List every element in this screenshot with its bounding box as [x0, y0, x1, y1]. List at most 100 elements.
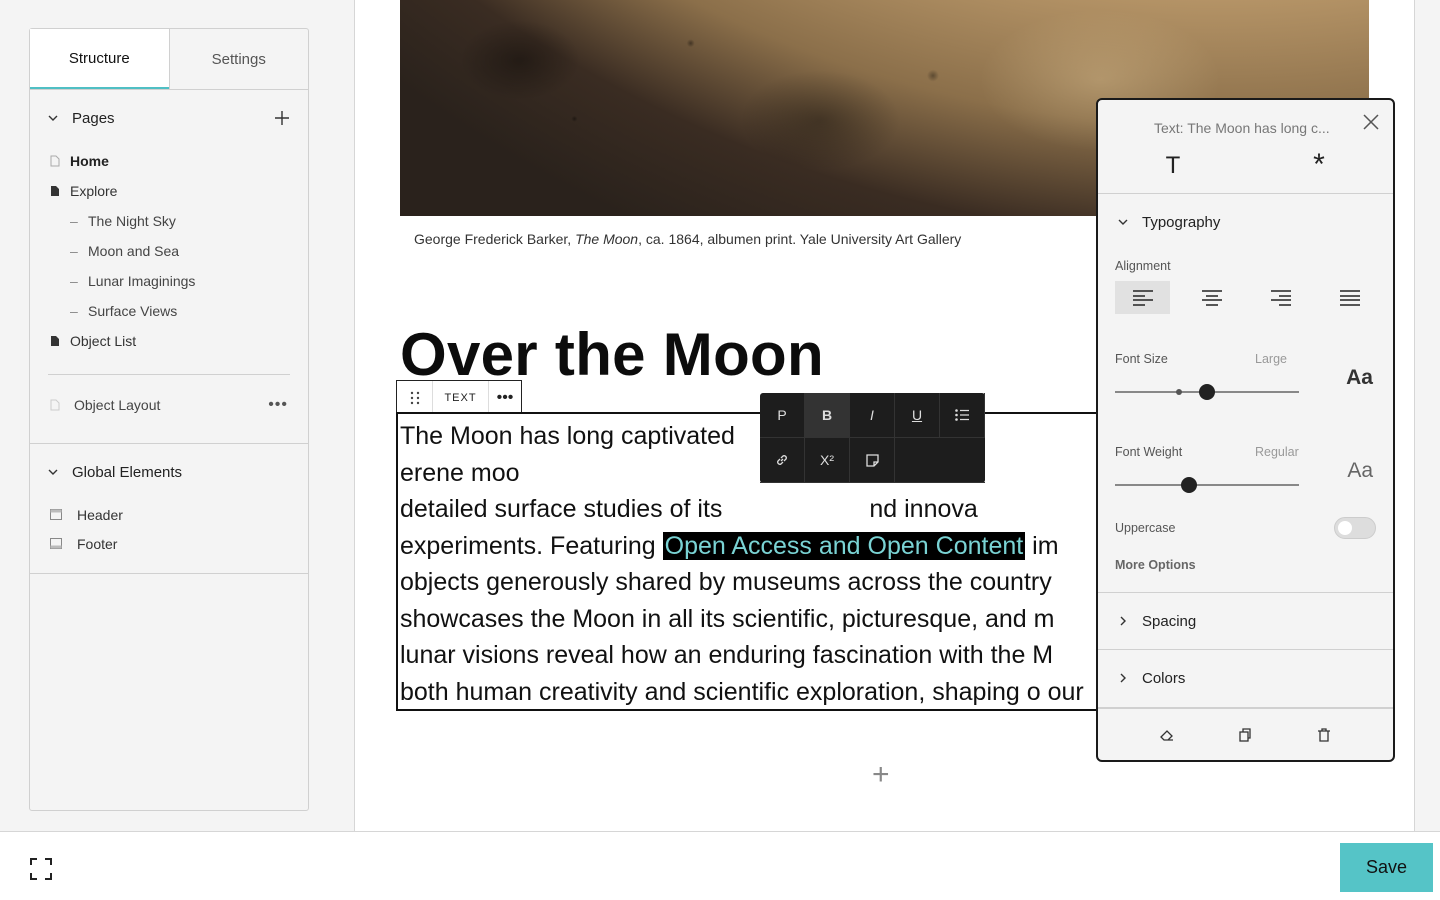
align-justify-button[interactable]	[1322, 281, 1377, 314]
structure-sidebar: Structure Settings Pages Home Explore – …	[29, 28, 309, 811]
superscript-button[interactable]: X²	[805, 438, 850, 483]
global-item-label: Header	[77, 506, 123, 523]
body-text: im	[1025, 531, 1059, 560]
spacing-section[interactable]: Spacing	[1098, 592, 1393, 649]
global-item-header[interactable]: Header	[30, 500, 308, 529]
align-justify-icon	[1339, 289, 1360, 306]
page-label: Lunar Imaginings	[88, 273, 196, 289]
link-button[interactable]	[760, 438, 805, 483]
link-icon	[777, 455, 787, 465]
page-item-object-list[interactable]: Object List	[30, 326, 308, 356]
align-center-icon	[1201, 289, 1222, 306]
chevron-down-icon[interactable]	[48, 113, 58, 123]
tab-advanced-style[interactable]: *	[1304, 148, 1334, 182]
block-more-icon[interactable]: •••	[489, 381, 521, 414]
align-right-icon	[1270, 289, 1291, 306]
body-text: detailed surface studies of its	[400, 495, 730, 523]
highlighted-selection[interactable]: Open Access and Open Content	[662, 531, 1026, 560]
align-left-icon	[1132, 289, 1153, 306]
subpage-dash: –	[70, 303, 78, 319]
page-label: Object List	[70, 333, 137, 349]
caption-text: George Frederick Barker,	[414, 231, 576, 247]
pages-title: Pages	[72, 109, 115, 127]
note-icon	[865, 453, 879, 467]
page-item-surface-views[interactable]: – Surface Views	[30, 296, 308, 326]
text-block[interactable]: The Moon has long captivated erene moo d…	[396, 412, 1116, 711]
font-size-slider[interactable]	[1115, 384, 1299, 400]
close-icon[interactable]	[1361, 112, 1381, 132]
chevron-down-icon	[1118, 219, 1128, 225]
duplicate-icon[interactable]	[1237, 727, 1253, 743]
save-button[interactable]: Save	[1340, 843, 1433, 892]
object-layout-item[interactable]: Object Layout •••	[30, 383, 308, 427]
page-outline-icon	[50, 155, 60, 167]
align-right-button[interactable]	[1253, 281, 1308, 314]
page-label: Explore	[70, 183, 118, 199]
page-item-moon-and-sea[interactable]: – Moon and Sea	[30, 236, 308, 266]
underline-button[interactable]: U	[895, 393, 940, 438]
add-block-icon[interactable]: +	[872, 758, 890, 792]
trash-icon[interactable]	[1316, 727, 1332, 743]
uppercase-toggle[interactable]	[1334, 517, 1376, 539]
page-filled-icon	[51, 186, 59, 196]
paragraph-button[interactable]: P	[760, 393, 805, 438]
style-panel: Text: The Moon has long c... T * Typogra…	[1096, 98, 1395, 762]
drag-handle-icon[interactable]	[397, 381, 433, 414]
body-text: The Moon has long captivated	[400, 422, 735, 450]
global-elements-header[interactable]: Global Elements	[30, 444, 308, 500]
page-item-home[interactable]: Home	[30, 146, 308, 176]
global-elements-title: Global Elements	[72, 463, 183, 481]
slider-default-tick	[1176, 389, 1182, 395]
tab-structure[interactable]: Structure	[30, 29, 169, 89]
fullscreen-icon[interactable]	[30, 858, 52, 880]
page-item-explore[interactable]: Explore	[30, 176, 308, 206]
align-left-button[interactable]	[1115, 281, 1170, 314]
font-weight-sample: Aa	[1347, 459, 1373, 482]
font-weight-slider[interactable]	[1115, 477, 1299, 493]
note-button[interactable]	[850, 438, 895, 483]
subpage-dash: –	[70, 213, 78, 229]
global-item-footer[interactable]: Footer	[30, 529, 308, 558]
subpage-dash: –	[70, 273, 78, 289]
eraser-icon[interactable]	[1159, 727, 1175, 743]
alignment-label: Alignment	[1115, 259, 1171, 273]
more-options-link[interactable]: More Options	[1115, 558, 1196, 572]
toolbar-filler	[895, 438, 985, 483]
tab-settings[interactable]: Settings	[168, 29, 309, 89]
align-center-button[interactable]	[1184, 281, 1239, 314]
header-layout-icon	[50, 509, 62, 520]
caption-text: , ca. 1864, albumen print. Yale Universi…	[638, 231, 962, 247]
typography-header[interactable]: Typography	[1098, 194, 1393, 250]
add-page-icon[interactable]	[274, 110, 290, 126]
font-size-sample: Aa	[1346, 366, 1373, 389]
block-toolbar: TEXT •••	[396, 380, 522, 414]
chevron-right-icon	[1120, 673, 1126, 683]
page-item-the-night-sky[interactable]: – The Night Sky	[30, 206, 308, 236]
page-filled-icon	[51, 336, 59, 346]
font-size-slider-handle[interactable]	[1199, 384, 1215, 400]
uppercase-label: Uppercase	[1115, 521, 1176, 535]
colors-section[interactable]: Colors	[1098, 649, 1393, 706]
spacing-title: Spacing	[1142, 612, 1197, 630]
body-text: nd innova	[869, 495, 978, 523]
panel-header: Text: The Moon has long c... T *	[1098, 100, 1393, 194]
page-label: Moon and Sea	[88, 243, 180, 259]
bullet-list-icon	[955, 409, 969, 421]
page-heading[interactable]: Over the Moon	[400, 320, 824, 389]
chevron-right-icon	[1120, 616, 1126, 626]
typography-title: Typography	[1142, 213, 1221, 231]
page-label: Home	[70, 153, 109, 169]
chevron-down-icon[interactable]	[48, 467, 58, 477]
italic-button[interactable]: I	[850, 393, 895, 438]
subpage-dash: –	[70, 243, 78, 259]
image-caption: George Frederick Barker, The Moon, ca. 1…	[414, 231, 961, 247]
caption-title: The Moon	[575, 231, 639, 247]
list-button[interactable]	[940, 393, 985, 438]
page-item-lunar-imaginings[interactable]: – Lunar Imaginings	[30, 266, 308, 296]
more-options-icon[interactable]: •••	[268, 396, 288, 414]
tab-text-style[interactable]: T	[1158, 152, 1188, 180]
object-layout-label: Object Layout	[74, 397, 161, 413]
font-weight-slider-handle[interactable]	[1180, 477, 1197, 493]
bold-button[interactable]: B	[805, 393, 850, 438]
pages-header[interactable]: Pages	[30, 90, 308, 146]
